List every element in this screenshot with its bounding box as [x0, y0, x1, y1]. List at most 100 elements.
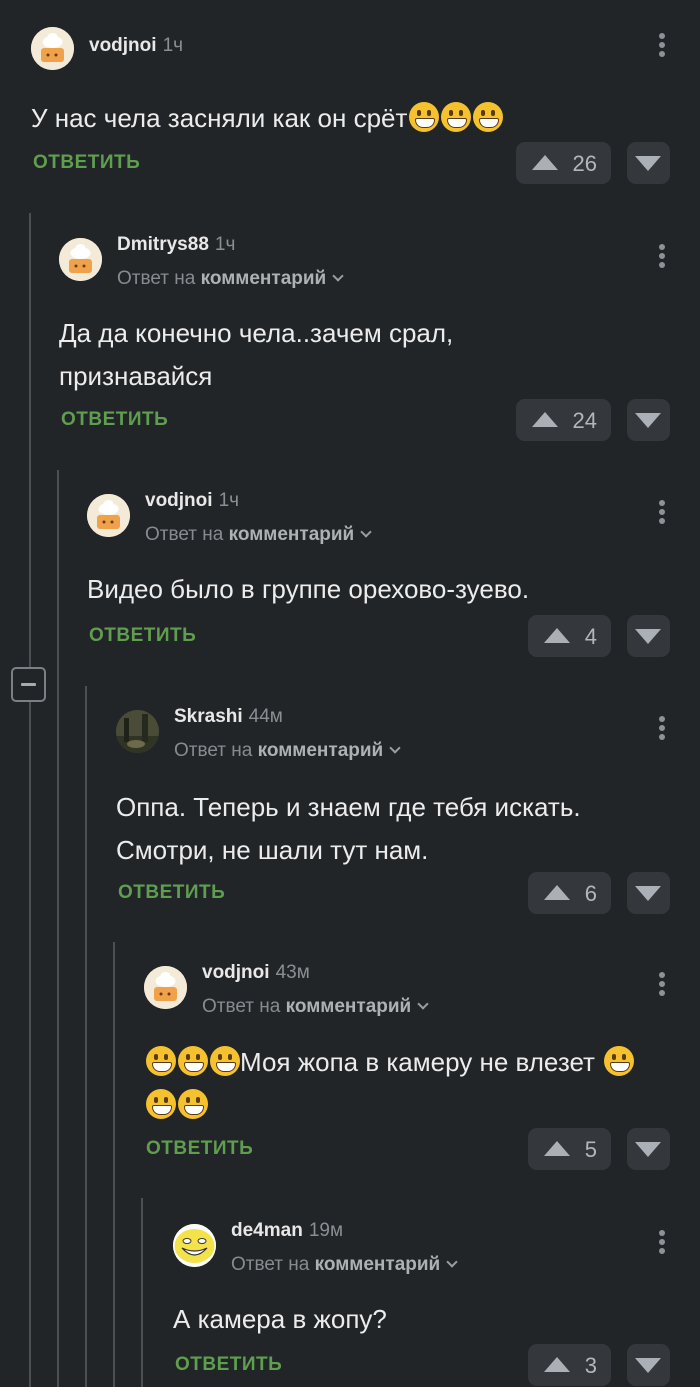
- comment-text: Да да конечно чела..зачем срал, признава…: [59, 318, 454, 391]
- comment-time: 43м: [275, 962, 310, 983]
- comment-time: 44м: [248, 706, 283, 727]
- downvote-arrow-icon: [635, 629, 661, 644]
- vote-count: 6: [584, 881, 597, 906]
- comment-text: Моя жопа в камеру не влезет: [144, 1041, 664, 1127]
- username[interactable]: vodjnoi 1ч: [145, 490, 239, 512]
- grinning-emoji-icon: [178, 1089, 208, 1119]
- grinning-emoji-icon: [178, 1046, 208, 1076]
- more-vertical-icon: [659, 1230, 665, 1236]
- upvote-arrow-icon: [544, 885, 570, 900]
- thread-line: [57, 470, 59, 1387]
- upvote-arrow-icon: [544, 1141, 570, 1156]
- more-options-button[interactable]: [658, 500, 666, 530]
- thread-line: [141, 1198, 143, 1387]
- reply-to-link[interactable]: Ответ на комментарий: [145, 524, 372, 546]
- grinning-emoji-icon: [473, 102, 504, 132]
- reply-to-link[interactable]: Ответ на комментарий: [231, 1254, 458, 1276]
- cake-avatar-icon: [59, 238, 102, 281]
- comment-time: 1ч: [162, 35, 184, 56]
- downvote-arrow-icon: [635, 156, 661, 171]
- comment-thread: vodjnoi 1ч У нас чела засняли как он срёт…: [0, 0, 700, 1387]
- vote-count: 24: [572, 408, 597, 433]
- collapse-thread-button[interactable]: [11, 667, 46, 702]
- username[interactable]: Dmitrys88 1ч: [117, 234, 235, 256]
- chevron-down-icon: [332, 270, 344, 282]
- grinning-emoji-icon: [604, 1046, 635, 1076]
- avatar[interactable]: [116, 710, 159, 753]
- upvote-button[interactable]: 3: [528, 1344, 611, 1386]
- reply-to-link[interactable]: Ответ на комментарий: [202, 996, 429, 1018]
- avatar[interactable]: [87, 494, 130, 537]
- avatar[interactable]: [59, 238, 102, 281]
- comment: Skrashi 44м Ответ на комментарий Оппа. Те…: [116, 706, 700, 920]
- cake-avatar-icon: [31, 27, 74, 70]
- grinning-emoji-icon: [210, 1046, 240, 1076]
- more-options-button[interactable]: [658, 1230, 666, 1260]
- upvote-arrow-icon: [544, 628, 570, 643]
- downvote-arrow-icon: [635, 886, 661, 901]
- vote-count: 26: [572, 151, 597, 176]
- downvote-button[interactable]: [627, 142, 670, 184]
- comment: de4man 19м Ответ на комментарий А камера …: [173, 1220, 700, 1387]
- reply-button[interactable]: ОТВЕТИТЬ: [33, 152, 140, 174]
- downvote-button[interactable]: [627, 1128, 670, 1170]
- cake-avatar-icon: [87, 494, 130, 537]
- comment-text: У нас чела засняли как он срёт: [31, 97, 680, 140]
- upvote-button[interactable]: 26: [516, 142, 611, 184]
- upvote-button[interactable]: 5: [528, 1128, 611, 1170]
- thread-line: [85, 686, 87, 1387]
- reply-button[interactable]: ОТВЕТИТЬ: [118, 882, 225, 904]
- more-vertical-icon: [659, 33, 665, 39]
- vote-count: 4: [584, 624, 597, 649]
- grinning-emoji-icon: [409, 102, 440, 132]
- more-options-button[interactable]: [658, 33, 666, 63]
- reply-button[interactable]: ОТВЕТИТЬ: [89, 625, 196, 647]
- grinning-emoji-icon: [146, 1089, 176, 1119]
- downvote-button[interactable]: [627, 615, 670, 657]
- upvote-arrow-icon: [544, 1357, 570, 1372]
- upvote-arrow-icon: [532, 412, 558, 427]
- upvote-button[interactable]: 6: [528, 872, 611, 914]
- downvote-arrow-icon: [635, 1142, 661, 1157]
- more-vertical-icon: [659, 500, 665, 506]
- comment: Dmitrys88 1ч Ответ на комментарий Да да к…: [59, 234, 700, 448]
- comment-time: 1ч: [214, 234, 236, 255]
- more-options-button[interactable]: [658, 716, 666, 746]
- comment-time: 19м: [308, 1220, 344, 1241]
- comment-text: Оппа. Теперь и знаем где тебя искать. См…: [116, 792, 581, 865]
- username[interactable]: vodjnoi 43м: [202, 962, 310, 984]
- reply-button[interactable]: ОТВЕТИТЬ: [175, 1354, 282, 1376]
- more-vertical-icon: [659, 716, 665, 722]
- vote-count: 3: [584, 1353, 597, 1378]
- username[interactable]: Skrashi 44м: [174, 706, 283, 728]
- grinning-emoji-icon: [146, 1046, 176, 1076]
- username[interactable]: de4man 19м: [231, 1220, 343, 1242]
- cake-avatar-icon: [144, 966, 187, 1009]
- more-options-button[interactable]: [658, 972, 666, 1002]
- comment-text: Видео было в группе орехово-зуево.: [87, 574, 530, 604]
- more-vertical-icon: [659, 244, 665, 250]
- reply-to-link[interactable]: Ответ на комментарий: [117, 268, 344, 290]
- upvote-button[interactable]: 4: [528, 615, 611, 657]
- avatar[interactable]: [173, 1224, 216, 1267]
- comment-time: 1ч: [218, 490, 240, 511]
- reply-to-link[interactable]: Ответ на комментарий: [174, 740, 401, 762]
- comment: vodjnoi 1ч У нас чела засняли как он срёт…: [31, 27, 700, 197]
- downvote-button[interactable]: [627, 872, 670, 914]
- downvote-button[interactable]: [627, 1344, 670, 1386]
- downvote-button[interactable]: [627, 399, 670, 441]
- avatar[interactable]: [31, 27, 74, 70]
- upvote-button[interactable]: 24: [516, 399, 611, 441]
- downvote-arrow-icon: [635, 1358, 661, 1373]
- reply-button[interactable]: ОТВЕТИТЬ: [146, 1138, 253, 1160]
- chevron-down-icon: [446, 1256, 458, 1268]
- more-options-button[interactable]: [658, 244, 666, 274]
- username[interactable]: vodjnoi 1ч: [89, 35, 183, 57]
- reply-button[interactable]: ОТВЕТИТЬ: [61, 409, 168, 431]
- avatar[interactable]: [144, 966, 187, 1009]
- photo-avatar-icon: [116, 710, 159, 753]
- grinning-emoji-icon: [441, 102, 472, 132]
- thread-line: [29, 213, 31, 1387]
- chevron-down-icon: [360, 526, 372, 538]
- chevron-down-icon: [417, 998, 429, 1010]
